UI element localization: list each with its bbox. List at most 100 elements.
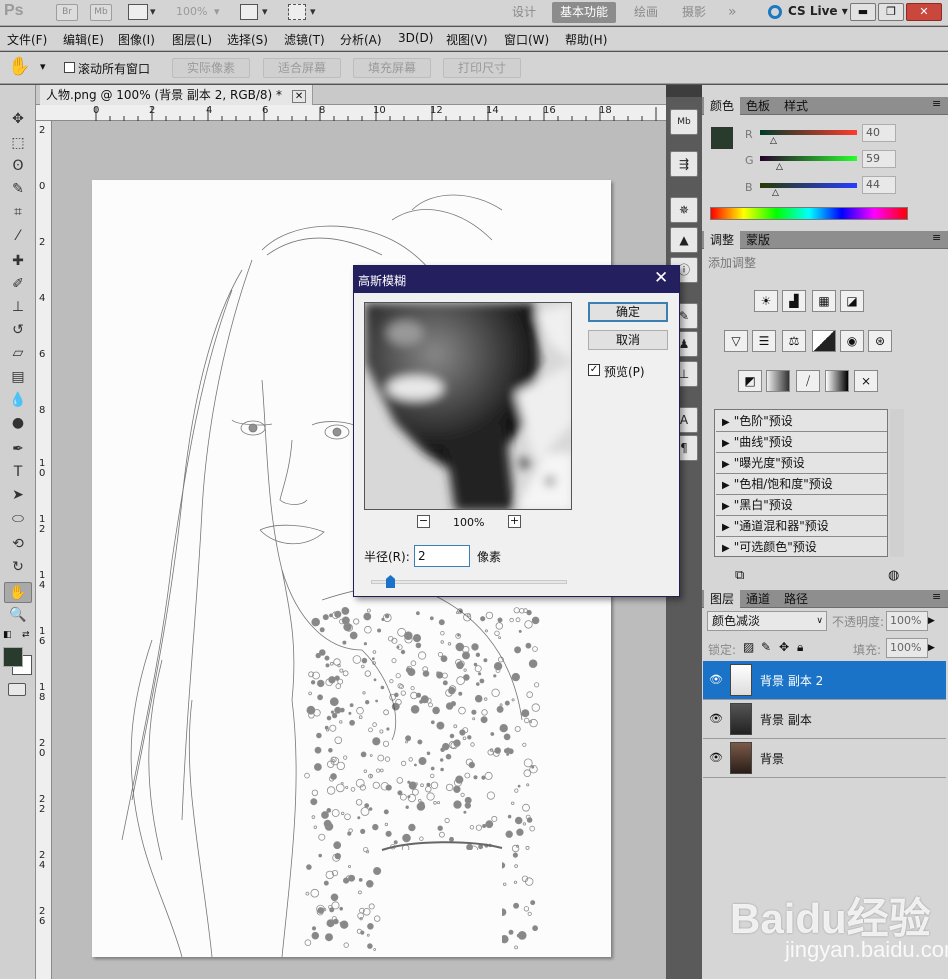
menu-analysis[interactable]: 分析(A) [340, 31, 382, 48]
presets-scrollbar[interactable] [890, 409, 904, 557]
quick-mask-icon[interactable] [8, 683, 26, 696]
visibility-eye-icon[interactable]: 👁︎ [709, 673, 723, 686]
mini-bridge-button[interactable]: Mb [90, 4, 112, 21]
workspace-essentials[interactable]: 基本功能 [552, 2, 617, 23]
lasso-tool-icon[interactable]: ʘ [4, 156, 32, 177]
red-slider[interactable] [760, 130, 857, 135]
history-brush-tool-icon[interactable]: ↺ [4, 320, 32, 341]
eraser-tool-icon[interactable]: ▱ [4, 343, 32, 364]
menu-view[interactable]: 视图(V) [446, 31, 488, 48]
selective-color-icon[interactable]: ⨯ [854, 370, 878, 392]
bridge-button[interactable]: Br [56, 4, 78, 21]
workspace-design[interactable]: 设计 [504, 2, 544, 23]
3d-rotate-tool-icon[interactable]: ⟲ [4, 534, 32, 555]
arrange-dropdown-icon[interactable]: ▾ [262, 5, 268, 18]
quick-select-tool-icon[interactable]: ✎ [4, 179, 32, 200]
workspace-photography[interactable]: 摄影 [674, 2, 714, 23]
vibrance-icon[interactable]: ▽ [724, 330, 748, 352]
dialog-titlebar[interactable]: 高斯模糊 ✕ [354, 266, 679, 293]
blur-tool-icon[interactable]: 💧 [4, 390, 32, 411]
tab-color[interactable]: 颜色 [704, 97, 741, 115]
cs-live-button[interactable]: CS Live ▾ [788, 4, 848, 18]
fill-input[interactable]: 100% [886, 638, 928, 658]
blue-value[interactable]: 44 [862, 176, 896, 194]
list-item[interactable]: ▶ "可选颜色"预设 [716, 537, 887, 558]
menu-help[interactable]: 帮助(H) [565, 31, 607, 48]
marquee-tool-icon[interactable]: ⬚ [4, 133, 32, 154]
zoom-out-button[interactable]: − [417, 515, 430, 528]
radius-slider-thumb[interactable] [386, 575, 395, 588]
list-item[interactable]: ▶ "色阶"预设 [716, 411, 887, 432]
posterize-icon[interactable] [766, 370, 790, 392]
gradient-map-icon[interactable] [825, 370, 849, 392]
layer-row[interactable]: 👁︎ 背景 副本 2 [703, 661, 946, 700]
green-value[interactable]: 59 [862, 150, 896, 168]
radius-input[interactable]: 2 [414, 545, 470, 567]
return-to-list-icon[interactable]: ⧉ [735, 568, 744, 583]
opacity-input[interactable]: 100% [886, 611, 928, 631]
menu-filter[interactable]: 滤镜(T) [284, 31, 325, 48]
close-button[interactable]: ✕ [906, 3, 942, 21]
invert-icon[interactable]: ◩ [738, 370, 762, 392]
actual-pixels-button[interactable]: 实际像素 [172, 58, 250, 78]
history-panel-icon[interactable]: ⇶ [670, 151, 698, 177]
crop-tool-icon[interactable]: ⌗ [4, 202, 32, 223]
blue-slider-thumb[interactable]: △ [772, 188, 779, 198]
path-select-tool-icon[interactable]: ➤ [4, 485, 32, 506]
layer-row[interactable]: 👁︎ 背景 副本 [703, 700, 946, 739]
levels-icon[interactable]: ▟ [782, 290, 806, 312]
menu-file[interactable]: 文件(F) [7, 31, 47, 48]
more-workspaces-icon[interactable]: » [720, 2, 745, 23]
tab-masks[interactable]: 蒙版 [740, 231, 776, 249]
zoom-in-button[interactable]: + [508, 515, 521, 528]
dodge-tool-icon[interactable]: ● [4, 413, 32, 434]
list-item[interactable]: ▶ "曝光度"预设 [716, 453, 887, 474]
threshold-icon[interactable]: ⧸ [796, 370, 820, 392]
screen-mode-dropdown-icon[interactable]: ▾ [310, 5, 316, 18]
tab-paths[interactable]: 路径 [778, 590, 814, 608]
lock-transparency-icon[interactable]: ▨ [743, 640, 754, 654]
lock-all-icon[interactable]: 🔒︎ [797, 640, 803, 655]
clip-to-layer-icon[interactable]: ◍ [888, 568, 899, 583]
maximize-button[interactable]: ❐ [878, 3, 904, 21]
lock-position-icon[interactable]: ✥ [779, 640, 789, 654]
menu-window[interactable]: 窗口(W) [504, 31, 549, 48]
eyedropper-tool-icon[interactable]: ⁄ [4, 226, 32, 247]
dialog-close-icon[interactable]: ✕ [654, 268, 668, 288]
fill-arrow-icon[interactable]: ▶ [928, 638, 942, 658]
menu-layer[interactable]: 图层(L) [172, 31, 212, 48]
workspace-painting[interactable]: 绘画 [626, 2, 666, 23]
screen-mode-icon[interactable] [288, 4, 306, 20]
foreground-color-chip[interactable] [711, 127, 733, 149]
photo-filter-icon[interactable]: ◉ [840, 330, 864, 352]
zoom-dropdown-icon[interactable]: ▾ [214, 5, 220, 18]
tab-channels[interactable]: 通道 [740, 590, 776, 608]
layer-row[interactable]: 👁︎ 背景 [703, 739, 946, 778]
tab-layers[interactable]: 图层 [704, 590, 741, 608]
menu-edit[interactable]: 编辑(E) [63, 31, 104, 48]
brightness-contrast-icon[interactable]: ☀ [754, 290, 778, 312]
fill-screen-button[interactable]: 填充屏幕 [353, 58, 431, 78]
opacity-arrow-icon[interactable]: ▶ [928, 611, 942, 631]
document-tab[interactable]: 人物.png @ 100% (背景 副本 2, RGB/8) * ✕ [40, 85, 314, 105]
lock-pixels-icon[interactable]: ✎ [761, 640, 771, 654]
list-item[interactable]: ▶ "通道混和器"预设 [716, 516, 887, 537]
minimize-button[interactable]: ▬ [850, 3, 876, 21]
menu-image[interactable]: 图像(I) [118, 31, 155, 48]
hue-saturation-icon[interactable]: ☰ [752, 330, 776, 352]
blend-mode-select[interactable]: 颜色减淡 ∨ [707, 611, 827, 631]
channel-mixer-icon[interactable]: ⊛ [868, 330, 892, 352]
menu-3d[interactable]: 3D(D) [398, 31, 433, 45]
foreground-color-swatch[interactable] [3, 647, 23, 667]
pen-tool-icon[interactable]: ✒ [4, 439, 32, 460]
list-item[interactable]: ▶ "曲线"预设 [716, 432, 887, 453]
menu-select[interactable]: 选择(S) [227, 31, 268, 48]
exposure-icon[interactable]: ◪ [840, 290, 864, 312]
stamp-tool-icon[interactable]: ⊥ [4, 297, 32, 318]
color-balance-icon[interactable]: ⚖ [782, 330, 806, 352]
move-tool-icon[interactable]: ✥ [4, 109, 32, 130]
close-document-icon[interactable]: ✕ [291, 90, 307, 103]
color-spectrum-bar[interactable] [710, 207, 908, 220]
navigator-panel-icon[interactable]: ✵ [670, 197, 698, 223]
ok-button[interactable]: 确定 [588, 302, 668, 322]
